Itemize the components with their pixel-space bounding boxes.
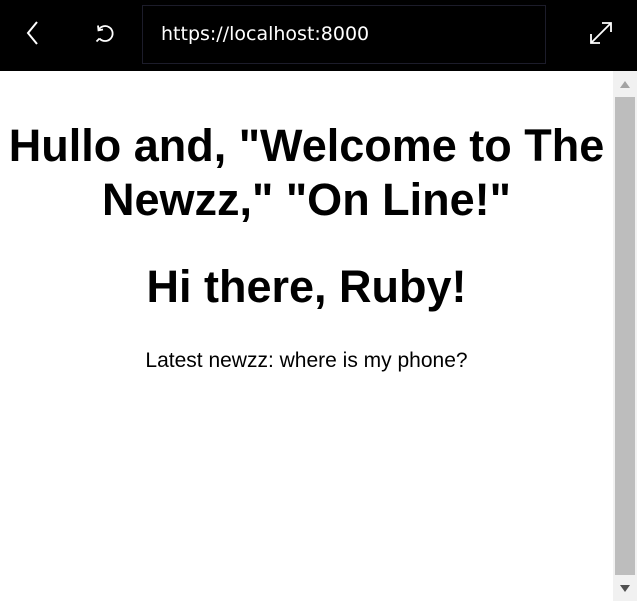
expand-button[interactable]: [584, 18, 618, 52]
greeting-heading: Hi there, Ruby!: [146, 261, 467, 312]
vertical-scrollbar[interactable]: [613, 71, 637, 601]
browser-toolbar: https://localhost:8000: [0, 0, 637, 71]
back-button[interactable]: [16, 18, 50, 52]
url-bar[interactable]: https://localhost:8000: [142, 5, 546, 64]
scroll-thumb[interactable]: [615, 97, 635, 575]
reload-button[interactable]: [88, 18, 122, 52]
triangle-up-icon: [620, 75, 630, 93]
latest-news-text: Latest newzz: where is my phone?: [145, 349, 468, 372]
page-headline: Hullo and, "Welcome to The Newzz," "On L…: [8, 120, 605, 225]
scroll-down-button[interactable]: [613, 575, 637, 601]
refresh-icon: [93, 21, 117, 50]
triangle-down-icon: [620, 579, 630, 597]
page-viewport: Hullo and, "Welcome to The Newzz," "On L…: [0, 71, 613, 601]
chevron-left-icon: [25, 20, 41, 51]
url-text: https://localhost:8000: [161, 23, 370, 45]
scroll-up-button[interactable]: [613, 71, 637, 97]
expand-diagonal-icon: [588, 20, 614, 51]
